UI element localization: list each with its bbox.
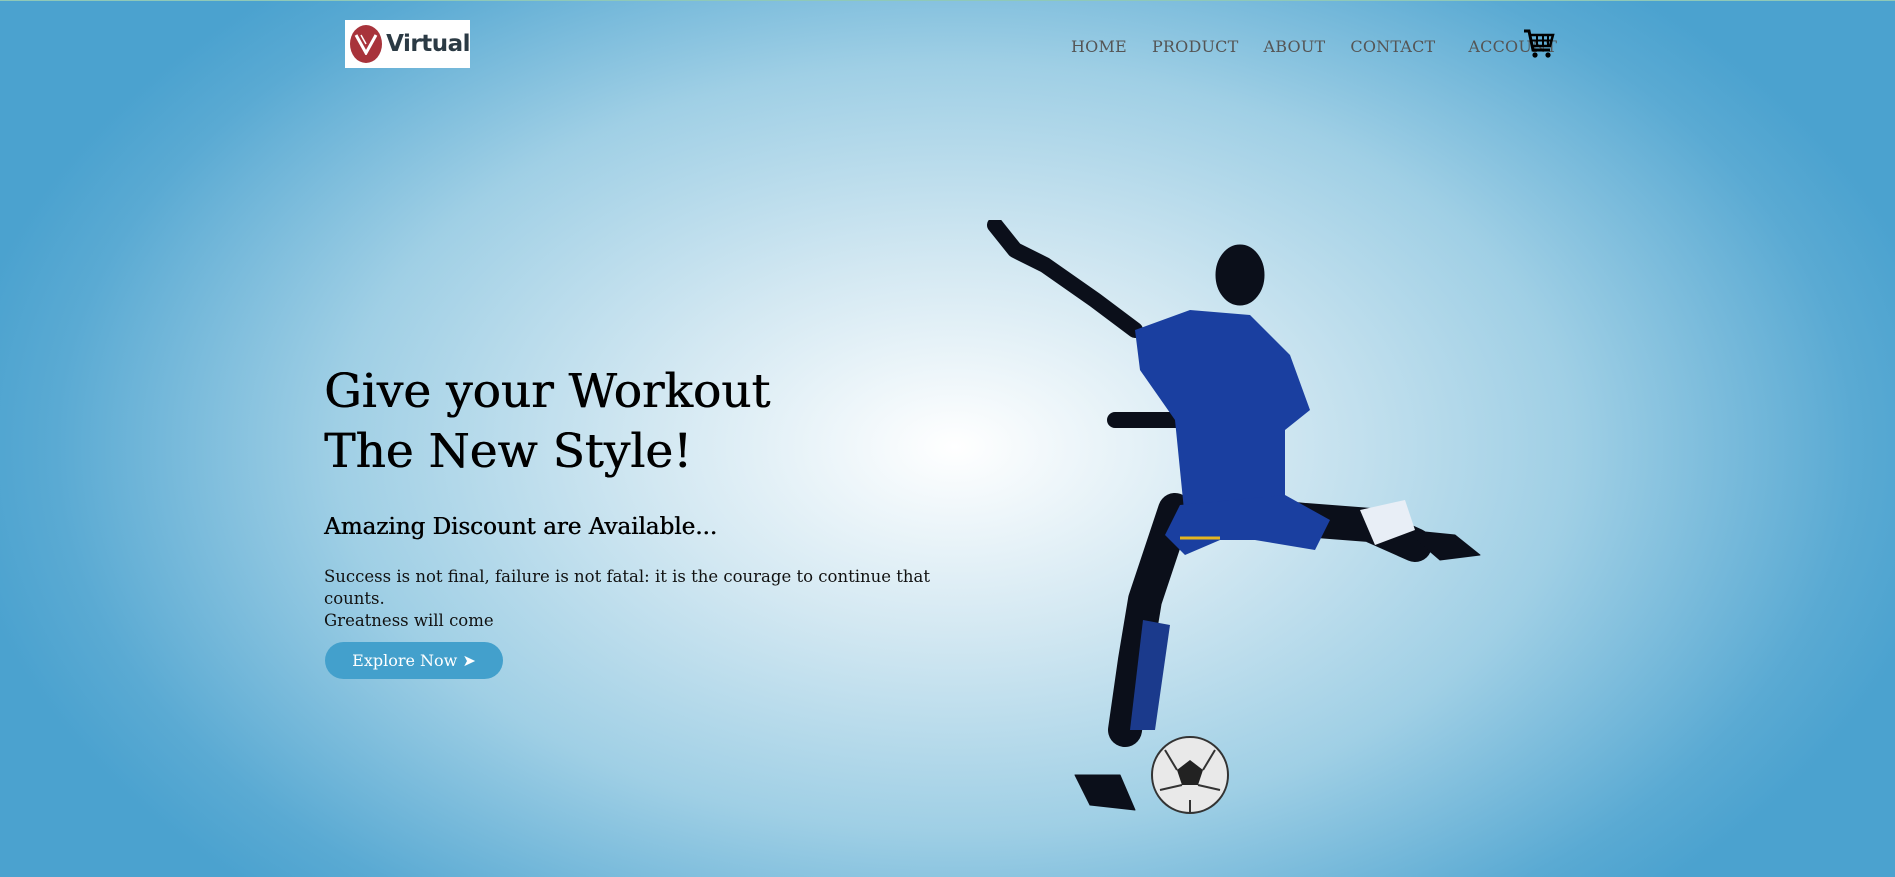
nav-product[interactable]: PRODUCT (1152, 37, 1239, 56)
hero-title-line2: The New Style! (324, 424, 692, 479)
explore-now-button[interactable]: Explore Now ➤ (325, 642, 503, 679)
nav-contact[interactable]: CONTACT (1350, 37, 1435, 56)
hero-title-line1: Give your Workout (324, 364, 771, 419)
logo-mark-icon (350, 25, 383, 63)
nav-home[interactable]: HOME (1071, 37, 1127, 56)
hero-text: Success is not final, failure is not fat… (324, 566, 964, 632)
top-border (0, 0, 1895, 1)
football-player-image (985, 217, 1535, 834)
cart-icon[interactable] (1523, 28, 1555, 64)
hero-text-line2: Greatness will come (324, 611, 494, 630)
hero-title: Give your Workout The New Style! (324, 362, 770, 482)
hero-subtitle: Amazing Discount are Available... (324, 514, 718, 540)
logo[interactable]: Virtual (345, 20, 470, 68)
hero-text-line1: Success is not final, failure is not fat… (324, 567, 930, 608)
nav-about[interactable]: ABOUT (1264, 37, 1326, 56)
logo-text: Virtual (386, 31, 470, 57)
main-nav: HOME PRODUCT ABOUT CONTACT ACCOUNT (1071, 37, 1577, 56)
